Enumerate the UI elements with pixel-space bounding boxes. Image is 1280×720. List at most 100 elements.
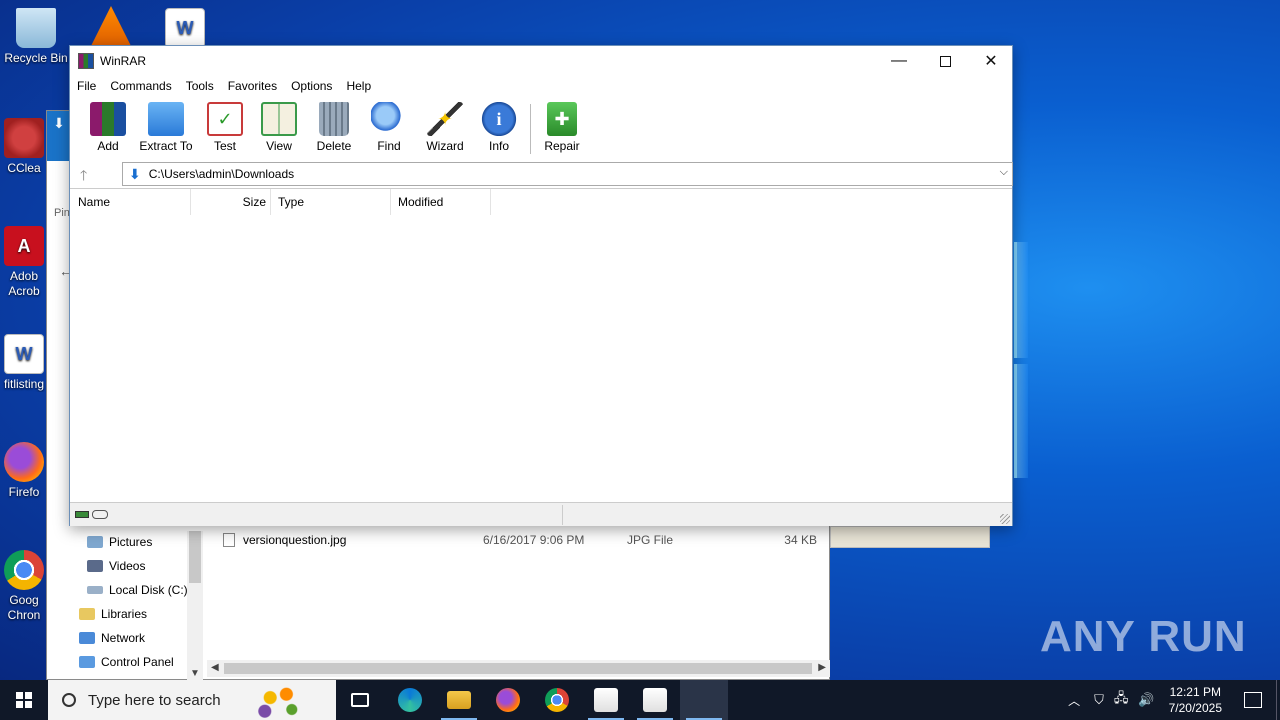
info-button[interactable]: i Info bbox=[469, 102, 529, 153]
desktop-icon-vlc[interactable] bbox=[76, 6, 146, 49]
chevron-up-icon[interactable]: ︿ bbox=[1068, 692, 1080, 709]
maximize-icon bbox=[939, 55, 951, 67]
resize-grip[interactable] bbox=[1000, 514, 1010, 524]
find-button[interactable]: Find bbox=[359, 102, 419, 153]
nav-pane-scrollbar-thumb[interactable] bbox=[189, 531, 201, 583]
desktop-icon-fitlisting[interactable]: W fitlisting bbox=[0, 334, 52, 392]
nav-item-control-panel[interactable]: Control Panel bbox=[79, 655, 174, 669]
view-button[interactable]: View bbox=[249, 102, 309, 153]
scroll-down-arrow-icon[interactable]: ▼ bbox=[190, 668, 200, 679]
taskbar-edge[interactable] bbox=[386, 680, 434, 720]
nav-item-label: Pictures bbox=[109, 535, 153, 549]
taskbar-java-app-2[interactable] bbox=[631, 680, 679, 720]
chevron-down-icon[interactable]: ⌵ bbox=[1000, 166, 1008, 179]
winrar-app-icon bbox=[78, 53, 94, 69]
taskbar-search-box[interactable]: Type here to search bbox=[48, 680, 336, 720]
wallpaper-logo-pane-top bbox=[1014, 242, 1028, 358]
nav-item-videos[interactable]: Videos bbox=[87, 559, 145, 573]
desktop-icon-ccleaner[interactable]: CClea bbox=[0, 118, 52, 176]
background-window-edge bbox=[830, 526, 990, 548]
volume-icon[interactable]: 🔊 bbox=[1138, 692, 1154, 708]
java-icon bbox=[643, 688, 667, 712]
menu-help[interactable]: Help bbox=[346, 79, 378, 93]
status-divider bbox=[562, 505, 563, 525]
search-highlight-flowers-icon bbox=[254, 684, 308, 718]
menu-commands[interactable]: Commands bbox=[110, 79, 178, 93]
horizontal-scrollbar-thumb[interactable] bbox=[224, 663, 812, 674]
scroll-right-arrow-icon[interactable]: ▶ bbox=[818, 662, 826, 673]
delete-button[interactable]: Delete bbox=[304, 102, 364, 153]
file-modified: 6/16/2017 9:06 PM bbox=[483, 533, 585, 547]
notification-icon[interactable] bbox=[1244, 692, 1262, 708]
clock[interactable]: 12:21 PM 7/20/2025 bbox=[1169, 684, 1222, 716]
desktop-icon-adobe[interactable]: A Adob Acrob bbox=[0, 226, 52, 299]
desktop-icon-label: Adob bbox=[9, 269, 39, 283]
device-icon[interactable]: ⛉ bbox=[1094, 692, 1104, 708]
adobe-acrobat-icon: A bbox=[4, 226, 44, 266]
column-header-name[interactable]: Name bbox=[70, 189, 191, 215]
column-header-modified[interactable]: Modified bbox=[391, 189, 491, 215]
column-header-type[interactable]: Type bbox=[271, 189, 391, 215]
menu-tools[interactable]: Tools bbox=[186, 79, 221, 93]
task-view-button[interactable] bbox=[336, 680, 384, 720]
up-one-level-button[interactable]: 🡑 bbox=[80, 165, 87, 189]
vlc-icon bbox=[91, 6, 131, 46]
column-header-size[interactable]: Size bbox=[191, 189, 271, 215]
path-combobox[interactable]: ⬇ C:\Users\admin\Downloads ⌵ bbox=[122, 162, 1013, 186]
file-list[interactable]: Name Size Type Modified bbox=[70, 188, 1012, 502]
find-magnifier-icon bbox=[371, 102, 407, 136]
nav-pane-scrollbar[interactable]: ▼ bbox=[187, 531, 203, 681]
show-desktop-button[interactable] bbox=[1276, 680, 1280, 720]
nav-item-pictures[interactable]: Pictures bbox=[87, 535, 152, 549]
scroll-left-arrow-icon[interactable]: ◀ bbox=[211, 662, 219, 673]
add-button[interactable]: Add bbox=[78, 102, 138, 153]
start-button[interactable] bbox=[0, 680, 48, 720]
title-bar[interactable]: WinRAR — ✕ bbox=[70, 46, 1012, 76]
maximize-button[interactable] bbox=[922, 46, 968, 76]
wizard-button[interactable]: ✦ Wizard bbox=[415, 102, 475, 153]
nav-item-libraries[interactable]: Libraries bbox=[79, 607, 147, 621]
nav-item-label: Network bbox=[101, 631, 146, 645]
winrar-window[interactable]: WinRAR — ✕ File Commands Tools Favorites… bbox=[69, 45, 1013, 526]
drive-status-icon bbox=[75, 511, 89, 518]
pin-label: Pin bbox=[54, 207, 70, 219]
column-header-label: Size bbox=[242, 195, 266, 209]
extract-to-button[interactable]: Extract To bbox=[136, 102, 196, 153]
taskbar-firefox[interactable] bbox=[484, 680, 532, 720]
image-file-icon bbox=[223, 533, 235, 547]
close-button[interactable]: ✕ bbox=[968, 46, 1014, 76]
status-bar bbox=[70, 502, 1012, 526]
menu-favorites[interactable]: Favorites bbox=[228, 79, 284, 93]
desktop-icon-chrome[interactable]: Goog Chron bbox=[0, 550, 52, 623]
menu-bar: File Commands Tools Favorites Options He… bbox=[70, 76, 1012, 96]
desktop-icon-recycle-bin[interactable]: Recycle Bin bbox=[0, 8, 72, 66]
nav-item-label: Control Panel bbox=[101, 655, 174, 669]
toolbar-label: Add bbox=[97, 139, 119, 153]
network-icon[interactable]: 🖧 bbox=[1114, 689, 1129, 711]
nav-item-local-disk[interactable]: Local Disk (C:) bbox=[87, 583, 188, 597]
wizard-wand-icon: ✦ bbox=[427, 102, 463, 136]
menu-options[interactable]: Options bbox=[291, 79, 339, 93]
file-list-horizontal-scrollbar[interactable]: ◀ ▶ bbox=[207, 660, 830, 677]
taskbar-file-explorer[interactable] bbox=[435, 680, 483, 720]
desktop-icon-firefox[interactable]: Firefo bbox=[0, 442, 52, 500]
repair-button[interactable]: ✚ Repair bbox=[532, 102, 592, 153]
file-explorer-icon bbox=[447, 691, 471, 709]
file-row[interactable]: versionquestion.jpg 6/16/2017 9:06 PM JP… bbox=[223, 529, 823, 551]
nav-item-network[interactable]: Network bbox=[79, 631, 145, 645]
menu-file[interactable]: File bbox=[77, 79, 103, 93]
taskbar-winrar[interactable] bbox=[680, 680, 728, 720]
taskbar-java-app-1[interactable] bbox=[582, 680, 630, 720]
videos-folder-icon bbox=[87, 560, 103, 572]
test-button[interactable]: ✓ Test bbox=[195, 102, 255, 153]
add-archive-icon bbox=[90, 102, 126, 136]
taskbar-chrome[interactable] bbox=[533, 680, 581, 720]
nav-item-label: Local Disk (C:) bbox=[109, 583, 188, 597]
control-panel-icon bbox=[79, 656, 95, 668]
search-placeholder: Type here to search bbox=[88, 691, 221, 709]
explorer-ribbon-tab[interactable]: ⬇ bbox=[47, 111, 71, 161]
delete-trash-icon bbox=[319, 102, 349, 136]
libraries-icon bbox=[79, 608, 95, 620]
minimize-button[interactable]: — bbox=[876, 46, 922, 76]
address-bar: 🡑 ⬇ C:\Users\admin\Downloads ⌵ bbox=[70, 161, 1013, 189]
